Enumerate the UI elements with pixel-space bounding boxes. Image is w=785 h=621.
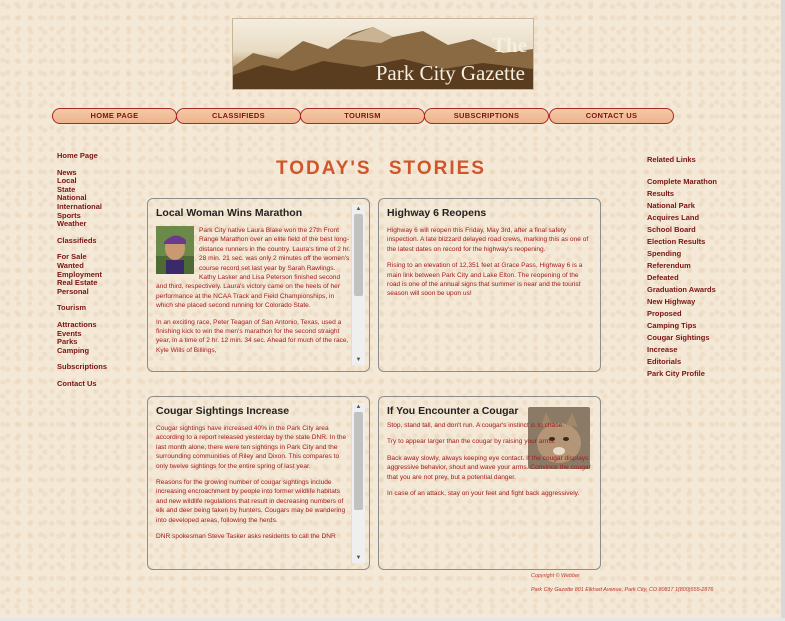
story-paragraph: In an exciting race, Peter Teagan of San… xyxy=(156,318,349,354)
story-card-highway: Highway 6 Reopens Highway 6 will reopen … xyxy=(378,198,601,372)
nav-classifieds-button[interactable]: CLASSIFIEDS xyxy=(176,108,301,124)
related-link[interactable]: Camping Tips xyxy=(647,320,747,332)
story-paragraph: Cougar sightings have increased 40% in t… xyxy=(156,425,347,470)
related-link[interactable]: Complete Marathon xyxy=(647,176,747,188)
address-text: Park City Gazette 801 Elkhart Avenue, Pa… xyxy=(531,587,714,593)
related-link[interactable]: Spending xyxy=(647,248,747,260)
story-scrollbar[interactable]: ▲ ▼ xyxy=(351,205,365,365)
related-link[interactable]: Results xyxy=(647,188,747,200)
related-link[interactable]: Park City Profile xyxy=(647,368,747,380)
runner-photo xyxy=(156,226,194,274)
story-paragraph: Rising to an elevation of 12,351 feet at… xyxy=(387,262,583,298)
story-title-marathon: Local Woman Wins Marathon xyxy=(156,207,303,219)
story-body-marathon: Park City native Laura Blake won the 27t… xyxy=(156,226,352,362)
right-sidebar: Related Links Complete Marathon Results … xyxy=(647,154,747,380)
masthead-title: Park City Gazette xyxy=(375,61,525,85)
page-footer: Copyright © Webber Park City Gazette 801… xyxy=(531,573,713,593)
related-link[interactable]: Defeated xyxy=(647,272,747,284)
window-scrollbar-track[interactable] xyxy=(781,0,785,621)
story-paragraph: Try to appear larger than the cougar by … xyxy=(387,438,556,446)
story-scrollbar[interactable]: ▲ ▼ xyxy=(351,403,365,563)
left-sidebar: Home Page News Local State National Inte… xyxy=(57,151,137,389)
nav-contact-button[interactable]: CONTACT US xyxy=(549,108,674,124)
left-link-home[interactable]: Home Page xyxy=(57,151,137,161)
scroll-thumb[interactable] xyxy=(354,412,363,510)
story-paragraph: In case of an attack, stay on your feet … xyxy=(387,490,580,498)
left-link-personal[interactable]: Personal xyxy=(57,287,137,297)
story-card-cougar-sightings: Cougar Sightings Increase Cougar sightin… xyxy=(147,396,370,570)
related-link[interactable]: Graduation Awards xyxy=(647,284,747,296)
related-links-heading: Related Links xyxy=(647,155,696,164)
left-link-classifieds[interactable]: Classifieds xyxy=(57,236,137,246)
related-link[interactable]: New Highway xyxy=(647,296,747,308)
scroll-up-arrow-icon[interactable]: ▲ xyxy=(354,206,363,213)
masthead-banner: The Park City Gazette xyxy=(232,18,534,90)
story-paragraph: Stop, stand tall, and don't run. A couga… xyxy=(387,422,564,429)
related-link[interactable]: Increase xyxy=(647,344,747,356)
page-title: TODAY'S STORIES xyxy=(276,158,486,179)
left-link-weather[interactable]: Weather xyxy=(57,220,137,229)
story-body-cougar-encounter: Stop, stand tall, and don't run. A couga… xyxy=(387,421,593,505)
left-link-subscriptions[interactable]: Subscriptions xyxy=(57,363,137,372)
scroll-down-arrow-icon[interactable]: ▼ xyxy=(354,357,363,364)
story-body-highway: Highway 6 will reopen this Friday, May 3… xyxy=(387,226,593,306)
left-link-camping[interactable]: Camping xyxy=(57,346,137,356)
nav-tourism-button[interactable]: TOURISM xyxy=(300,108,425,124)
masthead-the: The xyxy=(491,33,527,57)
related-link[interactable]: Editorials xyxy=(647,356,747,368)
story-body-cougar-sightings: Cougar sightings have increased 40% in t… xyxy=(156,424,352,548)
story-title-cougar-sightings: Cougar Sightings Increase xyxy=(156,405,290,417)
related-link[interactable]: National Park xyxy=(647,200,747,212)
copyright-text: Copyright © Webber xyxy=(531,573,580,579)
story-card-cougar-encounter: If You Encounter a Cougar Stop, stand ta… xyxy=(378,396,601,570)
related-link[interactable]: School Board xyxy=(647,224,747,236)
story-title-highway: Highway 6 Reopens xyxy=(387,207,487,219)
scroll-up-arrow-icon[interactable]: ▲ xyxy=(354,404,363,411)
story-paragraph: Highway 6 will reopen this Friday, May 3… xyxy=(387,227,589,253)
main-nav: HOME PAGE CLASSIFIEDS TOURISM SUBSCRIPTI… xyxy=(52,108,674,124)
left-link-tourism[interactable]: Tourism xyxy=(57,304,137,313)
story-paragraph: Reasons for the growing number of cougar… xyxy=(156,479,346,524)
related-link[interactable]: Election Results xyxy=(647,236,747,248)
nav-subscriptions-button[interactable]: SUBSCRIPTIONS xyxy=(424,108,549,124)
scroll-thumb[interactable] xyxy=(354,214,363,296)
story-title-cougar-encounter: If You Encounter a Cougar xyxy=(387,405,519,417)
story-paragraph: DNR spokesman Steve Tasker asks resident… xyxy=(156,533,336,541)
related-link[interactable]: Referendum xyxy=(647,260,747,272)
story-card-marathon: Local Woman Wins Marathon Park City nati… xyxy=(147,198,370,372)
related-link[interactable]: Cougar Sightings xyxy=(647,332,747,344)
nav-home-button[interactable]: HOME PAGE xyxy=(52,108,177,124)
story-paragraph: Back away slowly, always keeping eye con… xyxy=(387,454,591,481)
related-link[interactable]: Acquires Land xyxy=(647,212,747,224)
left-link-contact[interactable]: Contact Us xyxy=(57,379,137,389)
scroll-down-arrow-icon[interactable]: ▼ xyxy=(354,555,363,562)
related-link[interactable]: Proposed xyxy=(647,308,747,320)
